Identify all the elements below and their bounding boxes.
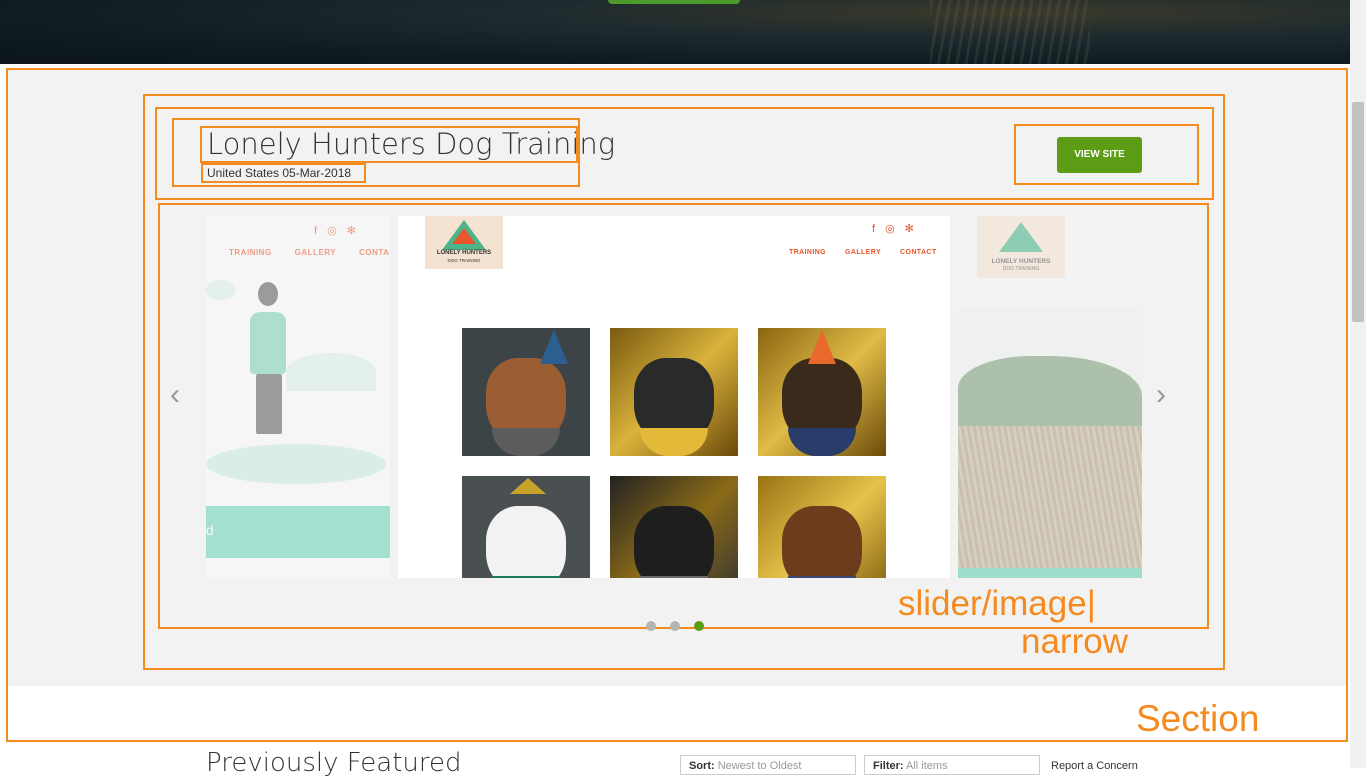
dog-photo: [462, 476, 590, 578]
page-scrollbar[interactable]: [1350, 0, 1366, 768]
filter-label: Filter:: [873, 760, 904, 772]
dog-photo: [758, 476, 886, 578]
instagram-icon: ◎: [327, 225, 337, 237]
filter-select[interactable]: Filter: All items: [864, 755, 1040, 775]
sort-select[interactable]: Sort: Newest to Oldest: [680, 755, 856, 775]
nav-item-contact[interactable]: CONTACT: [900, 249, 937, 256]
site-meta: United States 05-Mar-2018: [201, 163, 366, 183]
slide-nav: TRAINING GALLERY CONTACT: [229, 248, 390, 257]
dog-photo: [758, 328, 886, 456]
social-icons: f ◎ ✻: [872, 222, 924, 235]
sort-label: Sort:: [689, 760, 715, 772]
dog-photo: [610, 476, 738, 578]
view-site-button[interactable]: VIEW SITE: [1057, 137, 1142, 173]
hill-illustration: [206, 444, 386, 484]
slide-next[interactable]: LONELY HUNTERS DOG TRAINING: [958, 216, 1142, 578]
yelp-icon[interactable]: ✻: [905, 223, 914, 235]
section-annotation-label: Section: [1136, 698, 1260, 739]
nav-item: GALLERY: [294, 248, 337, 257]
hero-cta-button[interactable]: [608, 0, 740, 4]
mint-band: [206, 506, 390, 558]
lonely-hunters-logo: LONELY HUNTERS DOG TRAINING: [977, 216, 1065, 278]
logo-line1: LONELY HUNTERS: [991, 258, 1051, 265]
facebook-icon[interactable]: f: [872, 223, 875, 235]
person-illustration-head: [258, 282, 278, 306]
nav-item-gallery[interactable]: GALLERY: [845, 249, 881, 256]
previously-featured-heading: Previously Featured: [206, 748, 462, 778]
chevron-right-icon[interactable]: ›: [1156, 380, 1178, 410]
bush-illustration: [286, 353, 376, 391]
chevron-left-icon[interactable]: ‹: [170, 380, 192, 410]
scrollbar-thumb[interactable]: [1352, 102, 1364, 322]
mint-strip: [958, 568, 1142, 578]
logo-mountain-icon: [999, 222, 1043, 252]
narrow-annotation-label: narrow: [1021, 622, 1128, 661]
filter-value: All items: [906, 760, 948, 772]
nav-item: CONTACT: [359, 248, 390, 257]
slide-current[interactable]: LONELY HUNTERS DOG TRAINING f ◎ ✻ TRAINING…: [398, 216, 950, 578]
logo-line1: LONELY HUNTERS: [436, 250, 492, 256]
logo-line2: DOG TRAINING: [1002, 266, 1040, 272]
trees-image: [958, 356, 1142, 436]
facebook-icon: f: [314, 225, 318, 237]
nav-item: TRAINING: [229, 248, 272, 257]
dog-photo: [610, 328, 738, 456]
logo-line2: DOG TRAINING: [447, 258, 481, 263]
slider-dot-active[interactable]: [694, 621, 704, 631]
logo-dog-icon: [452, 228, 476, 244]
site-title: Lonely Hunters Dog Training: [200, 126, 615, 163]
nav-item-training[interactable]: TRAINING: [789, 249, 826, 256]
slider-dot[interactable]: [670, 621, 680, 631]
slider-annotation-label: slider/image|: [898, 584, 1096, 623]
grass-image: [958, 426, 1142, 568]
person-illustration-legs: [256, 374, 282, 434]
dog-photo: [462, 328, 590, 456]
band-text: d: [206, 522, 214, 538]
bush-illustration: [206, 280, 236, 300]
social-icons: f ◎ ✻: [314, 224, 366, 237]
person-illustration-body: [250, 312, 286, 374]
yelp-icon: ✻: [346, 225, 356, 237]
report-concern-link[interactable]: Report a Concern: [1051, 760, 1138, 772]
hero-tree-graphic: [930, 0, 1090, 64]
sort-value: Newest to Oldest: [717, 760, 802, 772]
slider-pagination: [646, 618, 718, 636]
slide-nav: TRAINING GALLERY CONTACT: [789, 249, 937, 256]
lonely-hunters-logo: LONELY HUNTERS DOG TRAINING: [425, 216, 503, 269]
slider-dot[interactable]: [646, 621, 656, 631]
slide-previous[interactable]: f ◎ ✻ TRAINING GALLERY CONTACT d: [206, 216, 390, 578]
hero-background: [0, 0, 1350, 64]
instagram-icon[interactable]: ◎: [885, 223, 895, 235]
